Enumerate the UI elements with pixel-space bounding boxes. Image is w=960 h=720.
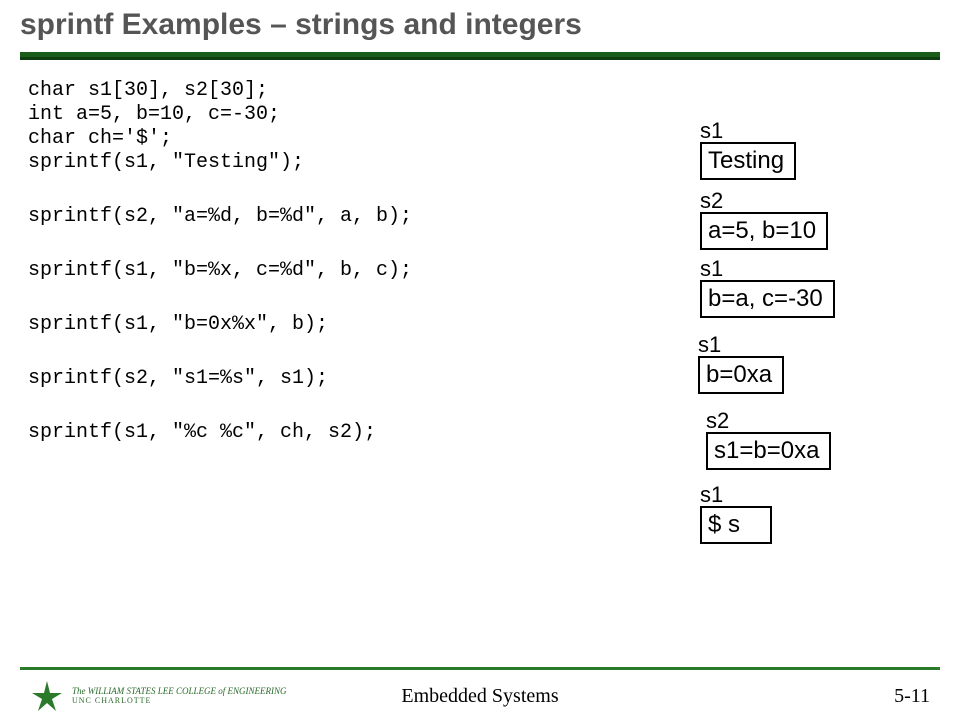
- footer-title: Embedded Systems: [401, 685, 558, 708]
- logo-icon: [30, 679, 64, 713]
- output-label: s1: [700, 482, 723, 508]
- code-line: sprintf(s1, "%c %c", ch, s2);: [28, 422, 412, 444]
- output-box: s1=b=0xa: [706, 432, 831, 470]
- arrow-icon: [450, 438, 695, 439]
- output-box: Testing: [700, 142, 796, 180]
- page-number: 5-11: [894, 685, 930, 708]
- title-underline: [20, 52, 940, 60]
- output-label: s1: [700, 256, 723, 282]
- college-logo: The WILLIAM STATES LEE COLLEGE of ENGINE…: [30, 679, 287, 713]
- arrow-icon: [410, 382, 700, 383]
- arrow-icon: [410, 138, 695, 139]
- output-box: a=5, b=10: [700, 212, 828, 250]
- code-line: char s1[30], s2[30];: [28, 80, 412, 102]
- footer-divider: [20, 667, 940, 670]
- output-label: s1: [700, 118, 723, 144]
- output-label: s1: [698, 332, 721, 358]
- code-line: sprintf(s2, "a=%d, b=%d", a, b);: [28, 206, 412, 228]
- code-line: sprintf(s1, "Testing");: [28, 152, 412, 174]
- slide-title: sprintf Examples – strings and integers: [0, 0, 960, 52]
- content-area: char s1[30], s2[30]; int a=5, b=10, c=-3…: [0, 60, 960, 80]
- college-name-2: UNC CHARLOTTE: [72, 697, 287, 706]
- output-box: $ s: [700, 506, 772, 544]
- arrow-icon: [475, 210, 695, 211]
- code-line: int a=5, b=10, c=-30;: [28, 104, 412, 126]
- output-label: s2: [700, 188, 723, 214]
- code-block: char s1[30], s2[30]; int a=5, b=10, c=-3…: [28, 80, 412, 446]
- arrow-icon: [400, 330, 693, 331]
- code-line: sprintf(s1, "b=%x, c=%d", b, c);: [28, 260, 412, 282]
- output-label: s2: [706, 408, 729, 434]
- logo-text: The WILLIAM STATES LEE COLLEGE of ENGINE…: [72, 687, 287, 706]
- output-box: b=a, c=-30: [700, 280, 835, 318]
- output-box: b=0xa: [698, 356, 784, 394]
- code-line: sprintf(s2, "s1=%s", s1);: [28, 368, 412, 390]
- arrow-icon: [475, 270, 695, 271]
- code-line: char ch='$';: [28, 128, 412, 150]
- code-line: sprintf(s1, "b=0x%x", b);: [28, 314, 412, 336]
- footer: The WILLIAM STATES LEE COLLEGE of ENGINE…: [0, 672, 960, 720]
